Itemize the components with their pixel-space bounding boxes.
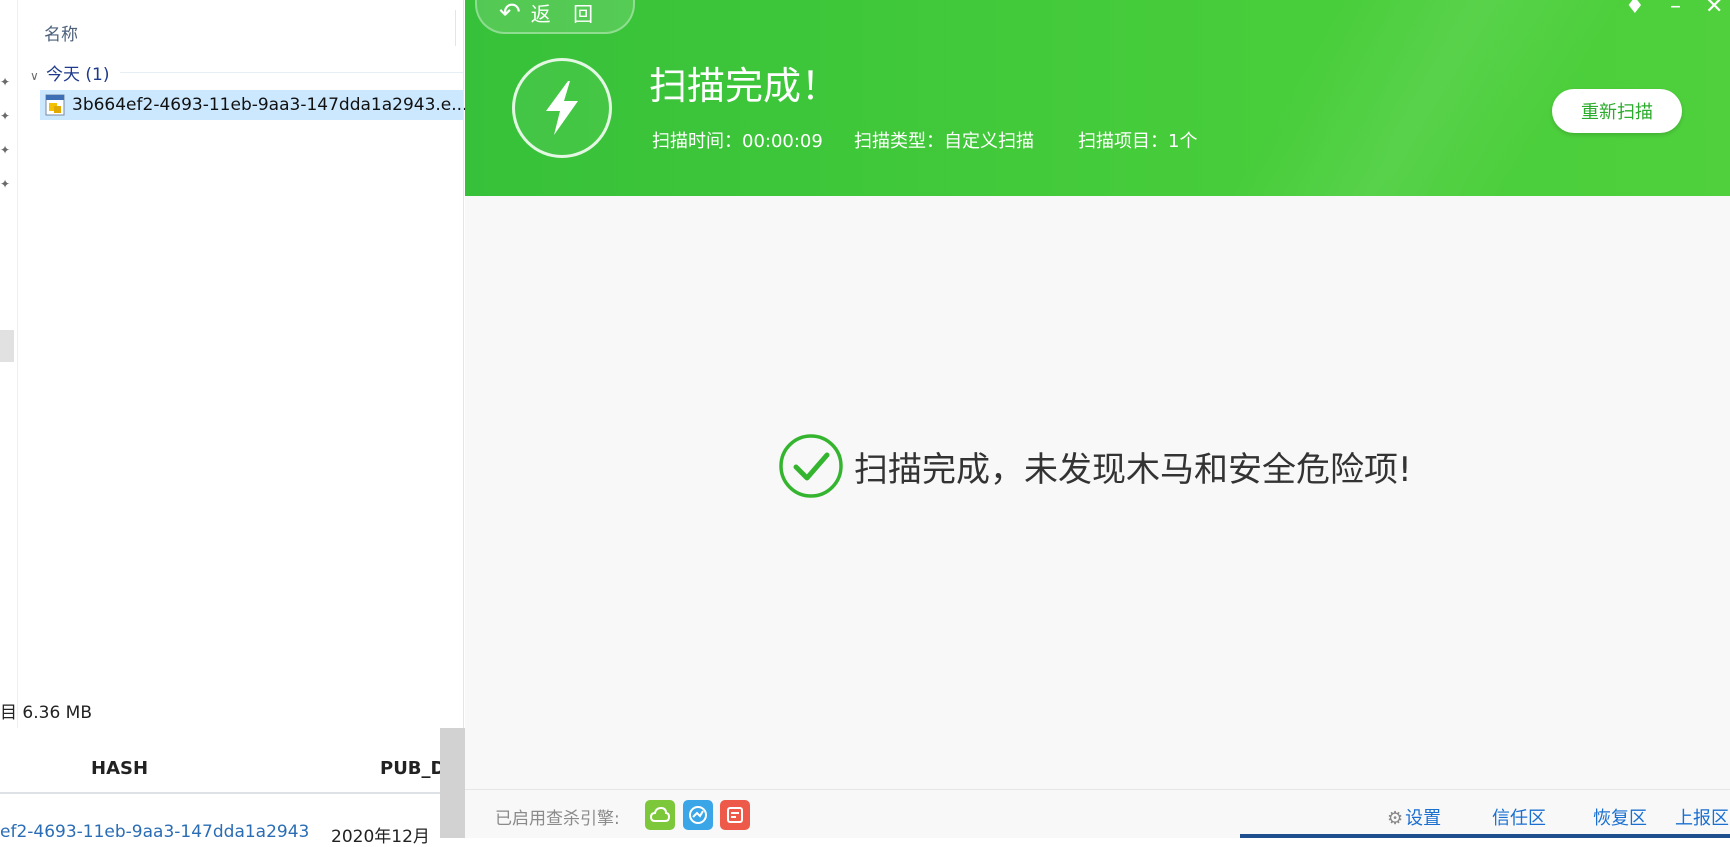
minimize-icon[interactable]: – (1670, 0, 1681, 19)
back-arrow-icon: ↶ (499, 0, 521, 28)
group-today[interactable]: ∨ 今天 (1) (30, 60, 109, 85)
cloud-engine-icon[interactable] (645, 800, 675, 830)
pin-icon[interactable]: ✦ (0, 144, 12, 156)
rescan-button[interactable]: 重新扫描 (1552, 89, 1682, 133)
web-table: HASH PUB_D ef2-4693-11eb-9aa3-147dda1a29… (0, 730, 445, 847)
settings-label: 设置 (1405, 808, 1442, 829)
file-name: 3b664ef2-4693-11eb-9aa3-147dda1a2943.e..… (72, 95, 468, 115)
back-button[interactable]: ↶ 返 回 (475, 0, 635, 34)
status-bar-text: 目 6.36 MB (0, 703, 92, 723)
engines-label: 已启用查杀引擎: (495, 809, 620, 829)
pin-icon[interactable]: ✦ (0, 76, 12, 88)
trust-zone-link[interactable]: 信任区 (1492, 804, 1546, 830)
group-label: 今天 (1) (46, 65, 110, 85)
pin-icon[interactable]: ✦ (0, 110, 12, 122)
table-cell-date: 2020年12月 (331, 827, 430, 847)
qvm-engine-icon[interactable] (683, 800, 713, 830)
settings-link[interactable]: ⚙ 设置 (1387, 804, 1441, 830)
group-divider (120, 72, 463, 73)
skin-icon[interactable]: ♦ (1625, 0, 1645, 19)
scan-time-text: 扫描时间：00:00:09 (652, 131, 823, 152)
result-text: 扫描完成，未发现木马和安全危险项! (854, 449, 1412, 490)
back-label: 返 回 (530, 2, 602, 26)
pin-icon[interactable]: ✦ (0, 178, 12, 190)
close-icon[interactable]: ✕ (1705, 0, 1723, 19)
table-header-row (0, 730, 440, 794)
scan-type-text: 扫描类型：自定义扫描 (854, 131, 1034, 152)
scan-result-banner: ↶ 返 回 ♦ – ✕ 扫描完成！ 扫描时间：00:00:09 扫描类型：自定义… (465, 0, 1730, 196)
table-cell-hash-link[interactable]: ef2-4693-11eb-9aa3-147dda1a2943 (0, 822, 309, 842)
web-page-scrollbar[interactable] (440, 728, 465, 838)
restore-zone-link[interactable]: 恢复区 (1593, 804, 1647, 830)
table-header-pubdate: PUB_D (380, 758, 446, 779)
column-separator[interactable] (455, 10, 456, 46)
chevron-down-icon[interactable]: ∨ (30, 69, 42, 83)
check-circle-icon (779, 434, 843, 498)
antivirus-scan-window: ↶ 返 回 ♦ – ✕ 扫描完成！ 扫描时间：00:00:09 扫描类型：自定义… (465, 0, 1730, 838)
executable-file-icon (45, 94, 65, 116)
lightning-bolt-icon (512, 58, 612, 158)
table-header-hash: HASH (91, 758, 149, 779)
scanner-footer: 已启用查杀引擎: ⚙ 设置 信任区 恢复区 上报区 (465, 789, 1730, 838)
gear-icon: ⚙ (1387, 808, 1404, 829)
scan-complete-title: 扫描完成！ (649, 64, 840, 108)
scan-items-text: 扫描项目：1个 (1078, 131, 1198, 152)
system-repair-engine-icon[interactable] (720, 800, 750, 830)
name-column-header[interactable]: 名称 (44, 20, 78, 45)
navigation-pane: ✦ ✦ ✦ ✦ (0, 0, 18, 728)
navigation-selected-item[interactable] (0, 330, 14, 362)
file-list-item[interactable]: 3b664ef2-4693-11eb-9aa3-147dda1a2943.e..… (40, 90, 467, 120)
report-zone-link[interactable]: 上报区 (1675, 804, 1729, 830)
file-explorer-window: ✦ ✦ ✦ ✦ 名称 ∨ 今天 (1) 3b664ef2-4693-11eb-9a… (0, 0, 467, 728)
scan-result-message: 扫描完成，未发现木马和安全危险项! (778, 433, 1412, 499)
taskbar-edge (1240, 834, 1730, 838)
